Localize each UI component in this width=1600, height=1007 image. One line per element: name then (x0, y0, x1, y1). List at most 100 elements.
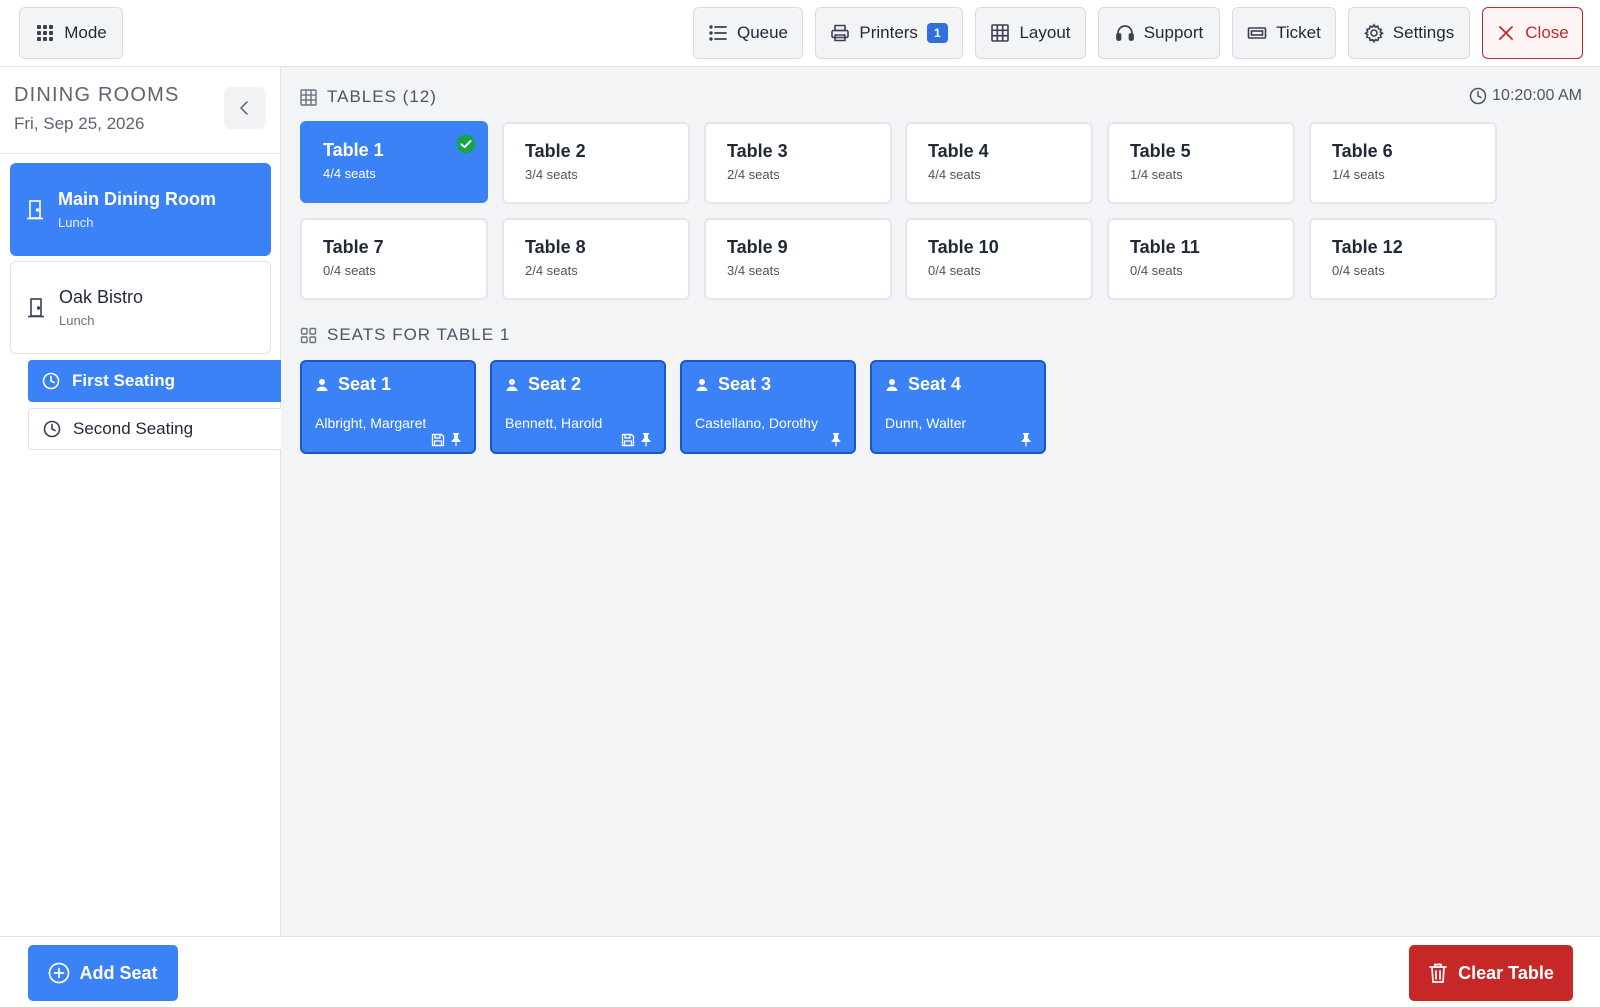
printers-button[interactable]: Printers 1 (815, 7, 963, 59)
seat-header: Seat 4 (885, 374, 961, 395)
table-seats: 0/4 seats (1130, 263, 1183, 278)
table-seats: 0/4 seats (1332, 263, 1385, 278)
seat-card-3[interactable]: Seat 3 Castellano, Dorothy (680, 360, 856, 454)
seats-section-header: SEATS FOR TABLE 1 (300, 325, 510, 345)
table-card-2[interactable]: Table 2 3/4 seats (502, 122, 690, 204)
printers-count-badge: 1 (926, 23, 948, 43)
clock-icon (1469, 87, 1487, 105)
room-main-dining-room[interactable]: Main Dining Room Lunch (10, 163, 271, 256)
seat-status-icons (1020, 432, 1032, 447)
seat-label: Seat 2 (528, 374, 582, 394)
table-card-11[interactable]: Table 11 0/4 seats (1107, 218, 1295, 300)
save-icon (621, 433, 635, 447)
pin-icon (1020, 432, 1032, 447)
check-circle-icon (456, 134, 476, 154)
seat-status-icons (830, 432, 842, 447)
table-card-8[interactable]: Table 8 2/4 seats (502, 218, 690, 300)
table-card-4[interactable]: Table 4 4/4 seats (905, 122, 1093, 204)
room-oak-bistro[interactable]: Oak Bistro Lunch (10, 261, 271, 354)
table-card-12[interactable]: Table 12 0/4 seats (1309, 218, 1497, 300)
headset-icon (1115, 23, 1135, 43)
collapse-sidebar-button[interactable] (224, 87, 266, 129)
seat-label: Seat 1 (338, 374, 392, 394)
settings-button[interactable]: Settings (1348, 7, 1470, 59)
close-label: Close (1525, 23, 1569, 42)
seat-card-2[interactable]: Seat 2 Bennett, Harold (490, 360, 666, 454)
tables-header-label: TABLES (12) (327, 87, 437, 106)
mode-label: Mode (64, 23, 107, 42)
table-seats: 4/4 seats (323, 166, 376, 181)
table-card-5[interactable]: Table 5 1/4 seats (1107, 122, 1295, 204)
time-label: 10:20:00 AM (1492, 87, 1582, 104)
pin-icon (640, 432, 652, 447)
person-icon (885, 378, 899, 392)
table-seats: 2/4 seats (525, 263, 578, 278)
trash-icon (1428, 962, 1448, 984)
seat-card-4[interactable]: Seat 4 Dunn, Walter (870, 360, 1046, 454)
settings-label: Settings (1392, 23, 1455, 42)
table-name: Table 10 (928, 237, 999, 257)
table-card-1[interactable]: Table 1 4/4 seats (300, 121, 488, 203)
seat-header: Seat 1 (315, 374, 391, 395)
close-icon (1496, 23, 1516, 43)
table-seats: 4/4 seats (928, 167, 981, 182)
room-meal: Lunch (59, 313, 95, 328)
table-card-6[interactable]: Table 6 1/4 seats (1309, 122, 1497, 204)
tables-section-header: TABLES (12) (300, 87, 437, 107)
chevron-left-icon (237, 100, 253, 116)
room-name: Main Dining Room (58, 189, 216, 209)
seating-first[interactable]: First Seating (28, 360, 281, 402)
seating-label: Second Seating (73, 419, 194, 438)
sidebar-header: DINING ROOMS Fri, Sep 25, 2026 (0, 67, 280, 154)
close-button[interactable]: Close (1482, 7, 1583, 59)
seats-grid-icon (300, 327, 317, 344)
seat-status-icons (431, 432, 462, 447)
printers-label: Printers (859, 23, 918, 42)
main-panel: TABLES (12) 10:20:00 AM Table 1 4/4 seat… (281, 67, 1600, 936)
guest-name: Albright, Margaret (315, 415, 427, 431)
seat-header: Seat 3 (695, 374, 771, 395)
table-card-9[interactable]: Table 9 3/4 seats (704, 218, 892, 300)
seating-label: First Seating (72, 371, 175, 390)
table-name: Table 3 (727, 141, 788, 161)
dining-rooms-sidebar: DINING ROOMS Fri, Sep 25, 2026 Main Dini… (0, 67, 281, 936)
ticket-label: Ticket (1276, 23, 1321, 42)
support-button[interactable]: Support (1098, 7, 1220, 59)
seating-second[interactable]: Second Seating (28, 408, 281, 450)
queue-button[interactable]: Queue (693, 7, 803, 59)
mode-button[interactable]: Mode (19, 7, 123, 59)
guest-name: Bennett, Harold (505, 415, 603, 431)
sidebar-title: DINING ROOMS (14, 84, 180, 106)
layout-label: Layout (1019, 23, 1071, 42)
person-icon (315, 378, 329, 392)
guest-name: Dunn, Walter (885, 415, 967, 431)
table-name: Table 9 (727, 237, 788, 257)
add-seat-button[interactable]: Add Seat (28, 945, 178, 1001)
table-grid-icon (990, 23, 1010, 43)
table-card-7[interactable]: Table 7 0/4 seats (300, 218, 488, 300)
seat-label: Seat 3 (718, 374, 772, 394)
table-name: Table 12 (1332, 237, 1403, 257)
clear-table-button[interactable]: Clear Table (1409, 945, 1573, 1001)
current-time: 10:20:00 AM (1469, 87, 1582, 105)
bottom-action-bar: Add Seat Clear Table (0, 936, 1600, 1007)
gear-icon (1363, 23, 1384, 43)
seats-header-label: SEATS FOR TABLE 1 (327, 325, 511, 344)
table-name: Table 5 (1130, 141, 1191, 161)
clock-icon (43, 420, 61, 438)
person-icon (505, 378, 519, 392)
seat-label: Seat 4 (908, 374, 962, 394)
table-name: Table 7 (323, 237, 384, 257)
table-seats: 1/4 seats (1332, 167, 1385, 182)
ticket-button[interactable]: Ticket (1232, 7, 1336, 59)
top-toolbar: Mode Queue Printers 1 Layout Support Tic… (0, 0, 1600, 67)
seat-card-1[interactable]: Seat 1 Albright, Margaret (300, 360, 476, 454)
door-icon (26, 199, 44, 221)
clock-icon (42, 372, 60, 390)
layout-button[interactable]: Layout (975, 7, 1086, 59)
pin-icon (450, 432, 462, 447)
door-icon (27, 297, 45, 319)
table-card-3[interactable]: Table 3 2/4 seats (704, 122, 892, 204)
room-meal: Lunch (58, 215, 94, 230)
table-card-10[interactable]: Table 10 0/4 seats (905, 218, 1093, 300)
